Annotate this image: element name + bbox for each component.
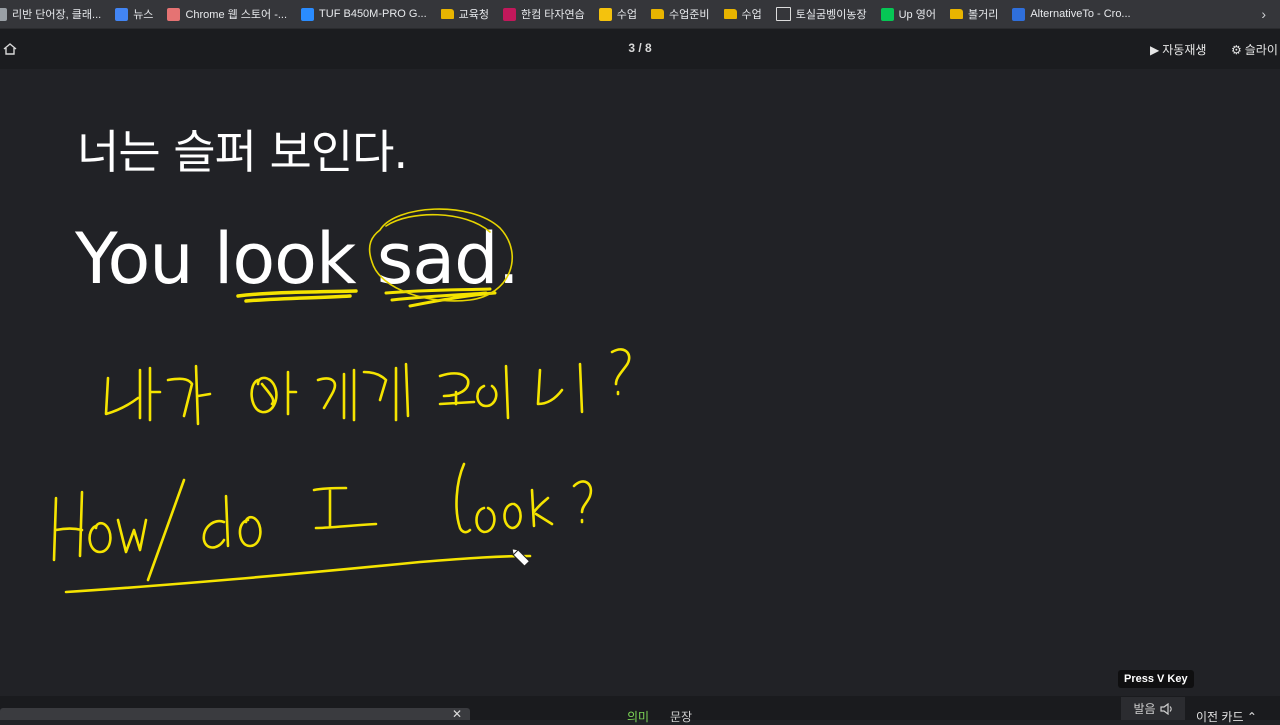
- slide-progress-panel: [0, 708, 470, 720]
- autoplay-label: 자동재생: [1162, 43, 1207, 57]
- line-icon: [880, 7, 894, 21]
- bookmark-item[interactable]: AlternativeTo - Cro...: [1012, 7, 1131, 21]
- bookmarks-bar: 리반 단어장, 클래... 뉴스 Chrome 웹 스토어 -... TUF B450…: [0, 0, 1280, 29]
- slide-counter: 3 / 8: [628, 41, 652, 55]
- folder-icon: [440, 9, 454, 19]
- bookmark-label: Up 영어: [898, 9, 936, 21]
- globe-icon: [0, 7, 7, 21]
- bookmark-label: AlternativeTo - Cro...: [1030, 8, 1131, 20]
- bookmark-item[interactable]: 수업준비: [651, 6, 710, 22]
- handwriting-canvas[interactable]: [0, 0, 1280, 720]
- bookmark-item[interactable]: 수업: [598, 6, 638, 22]
- pen-cursor-icon: [511, 548, 531, 567]
- bookmarks-overflow-chevron-icon[interactable]: ›: [1261, 6, 1266, 22]
- document-icon: [775, 7, 791, 21]
- folder-icon: [651, 9, 665, 19]
- previous-card-button[interactable]: 이전 카드 ⌃: [1196, 708, 1257, 725]
- speaker-icon: [1159, 702, 1172, 715]
- bookmark-label: 교육청: [458, 9, 489, 21]
- slide-settings-label: 슬라이: [1244, 43, 1278, 57]
- bookmark-item[interactable]: 뉴스: [115, 6, 153, 22]
- bookmark-label: 수업: [616, 9, 638, 21]
- classroom-icon: [598, 7, 612, 21]
- asus-icon: [301, 7, 315, 21]
- bookmark-label: 수업준비: [669, 9, 710, 21]
- bookmark-item[interactable]: 수업: [723, 6, 762, 22]
- chevron-up-icon: ⌃: [1246, 710, 1257, 724]
- bookmark-item[interactable]: Chrome 웹 스토어 -...: [167, 6, 287, 22]
- close-icon[interactable]: ✕: [452, 707, 462, 721]
- play-icon: ▶: [1150, 42, 1160, 57]
- bookmark-label: 볼거리: [967, 9, 999, 21]
- bookmark-item[interactable]: Up 영어: [880, 6, 936, 22]
- bookmark-label: 토실굼벵이농장: [795, 9, 867, 21]
- pronunciation-button[interactable]: 발음: [1121, 697, 1185, 720]
- korean-sentence: 너는 슬퍼 보인다.: [77, 125, 408, 179]
- hand-english-1: [52, 462, 593, 582]
- alternativeto-icon: [1012, 7, 1026, 21]
- bookmark-label: 뉴스: [133, 9, 154, 21]
- gear-icon: ⚙: [1231, 42, 1242, 57]
- bookmark-label: 리반 단어장, 클래...: [12, 9, 102, 21]
- chrome-store-icon: [167, 7, 181, 21]
- hand-underline: [64, 554, 532, 594]
- bookmark-item[interactable]: 리반 단어장, 클래...: [0, 6, 101, 22]
- previous-card-label: 이전 카드: [1196, 710, 1244, 724]
- english-sentence: You look sad.: [75, 218, 520, 300]
- sound-key-tooltip: Press V Key: [1118, 670, 1194, 688]
- hand-korean-1: [104, 348, 631, 426]
- bookmark-item[interactable]: 교육청: [440, 6, 489, 22]
- bookmark-label: 한컴 타자연습: [521, 9, 585, 21]
- app-toolbar: 3 / 8 ▶ 자동재생 ⚙ 슬라이: [0, 29, 1280, 69]
- bookmark-label: 수업: [741, 9, 762, 21]
- tab-sentence[interactable]: 문장: [670, 708, 692, 725]
- bookmark-item[interactable]: TUF B450M-PRO G...: [301, 7, 427, 21]
- bookmark-label: TUF B450M-PRO G...: [319, 8, 427, 20]
- bookmark-item[interactable]: 한컴 타자연습: [503, 6, 585, 22]
- slide-settings-button[interactable]: ⚙ 슬라이: [1231, 41, 1278, 58]
- news-icon: [115, 7, 129, 21]
- bookmark-item[interactable]: 볼거리: [949, 6, 999, 22]
- bookmark-label: Chrome 웹 스토어 -...: [185, 9, 288, 21]
- folder-icon: [723, 9, 737, 19]
- folder-icon: [949, 9, 963, 19]
- autoplay-button[interactable]: ▶ 자동재생: [1150, 41, 1206, 58]
- tab-meaning[interactable]: 의미: [627, 708, 649, 725]
- pronunciation-label: 발음: [1133, 702, 1156, 716]
- hancom-icon: [503, 7, 516, 21]
- bookmark-item[interactable]: 토실굼벵이농장: [775, 6, 867, 22]
